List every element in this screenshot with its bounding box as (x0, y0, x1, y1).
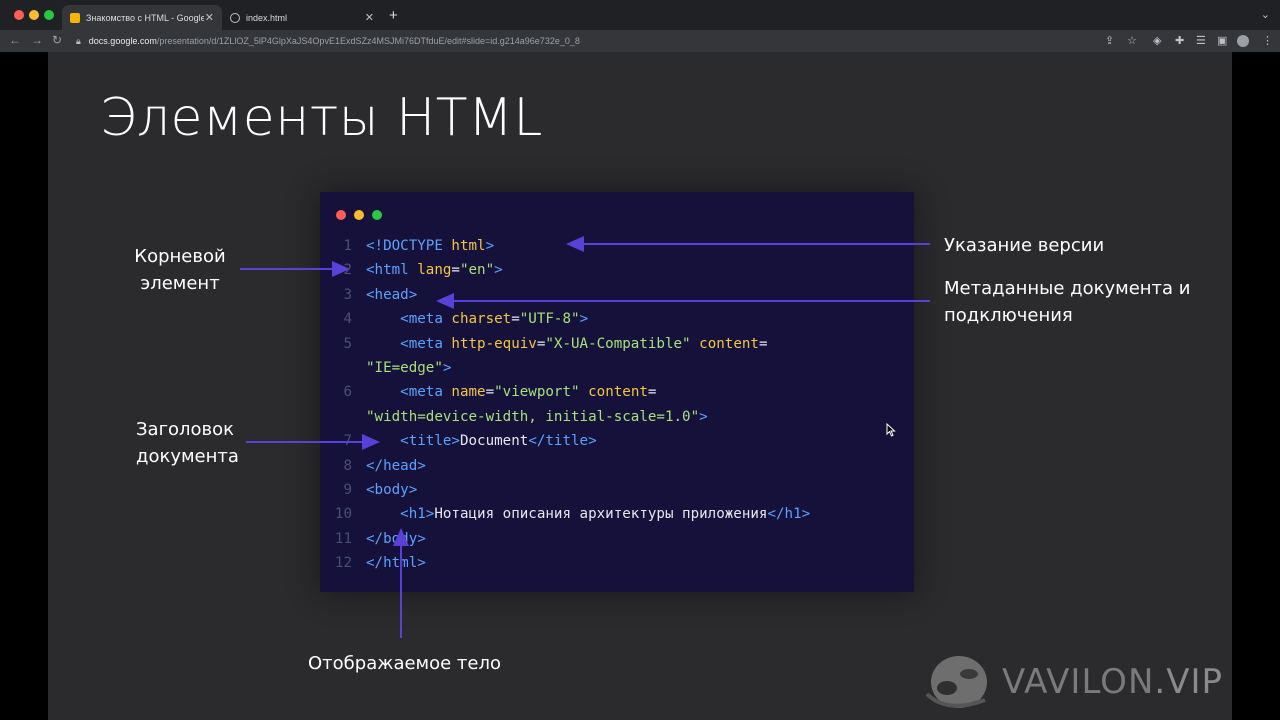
label-line: элемент (140, 273, 220, 294)
label-line: Заголовок (136, 419, 235, 440)
tab-title: index.html (246, 12, 288, 23)
share-icon[interactable]: ⇪ (1105, 34, 1114, 47)
bookmark-star-icon[interactable]: ☆ (1127, 34, 1137, 47)
forward-icon[interactable]: → (31, 33, 43, 47)
label-version: Указание версии (944, 235, 1105, 256)
lock-icon: 🔒︎ (76, 35, 81, 46)
url-domain: docs.google.com (88, 36, 157, 46)
tab-slides[interactable]: Знакомство с HTML - Google ✕ (62, 5, 222, 30)
minimize-window-button[interactable] (29, 10, 39, 20)
watermark-text: VAVILON.VIP (1002, 662, 1223, 702)
presentation-stage: Элементы HTML 1 <!DOCTYPE html> 2 <html lan… (0, 52, 1280, 720)
close-window-button[interactable] (14, 10, 24, 20)
chevron-down-icon[interactable]: ⌄ (1261, 8, 1270, 21)
label-body: Отображаемое тело (308, 653, 502, 674)
url-path: /presentation/d/1ZLlOZ_5lP4GlpXaJS4OpvE1… (156, 36, 580, 46)
puzzle-icon[interactable]: ✚ (1175, 34, 1184, 47)
label-metadata: Метаданные документа и подключения (944, 275, 1190, 329)
label-document-title: Заголовок документа (136, 416, 239, 470)
tab-index-html[interactable]: index.html ✕ (222, 5, 382, 30)
label-root-element: Корневой элемент (134, 243, 226, 297)
globe-icon (230, 12, 240, 23)
mouse-cursor-icon (886, 423, 896, 437)
label-line: подключения (944, 305, 1073, 326)
side-panel-icon[interactable]: ▣ (1217, 34, 1227, 47)
tab-title: Знакомство с HTML - Google (86, 12, 204, 23)
watermark-logo-icon (925, 656, 987, 708)
close-tab-icon[interactable]: ✕ (205, 11, 214, 24)
extension-icon[interactable]: ◈ (1153, 34, 1161, 47)
label-line: документа (136, 446, 239, 467)
address-bar[interactable]: 🔒︎ docs.google.com /presentation/d/1ZLlO… (76, 32, 1116, 50)
annotation-arrows (240, 236, 930, 638)
watermark-suffix: .VIP (1154, 662, 1223, 702)
maximize-window-button[interactable] (44, 10, 54, 20)
new-tab-icon[interactable]: + (389, 7, 398, 24)
google-slides-icon (70, 12, 80, 23)
menu-icon[interactable]: ⋮ (1262, 34, 1273, 47)
reading-list-icon[interactable]: ☰ (1196, 34, 1206, 47)
slide: Элементы HTML 1 <!DOCTYPE html> 2 <html lan… (48, 52, 1232, 720)
label-line: Корневой (134, 246, 226, 267)
close-tab-icon[interactable]: ✕ (365, 11, 374, 24)
reload-icon[interactable]: ↻ (52, 33, 62, 47)
watermark-brand: VAVILON (1002, 662, 1155, 702)
browser-toolbar: ← → ↻ 🔒︎ docs.google.com /presentation/d… (0, 30, 1280, 52)
label-line: Метаданные документа и (944, 278, 1191, 299)
browser-tab-bar: Знакомство с HTML - Google ✕ index.html … (0, 0, 1280, 30)
back-icon[interactable]: ← (9, 33, 21, 47)
avatar[interactable] (1237, 35, 1249, 47)
